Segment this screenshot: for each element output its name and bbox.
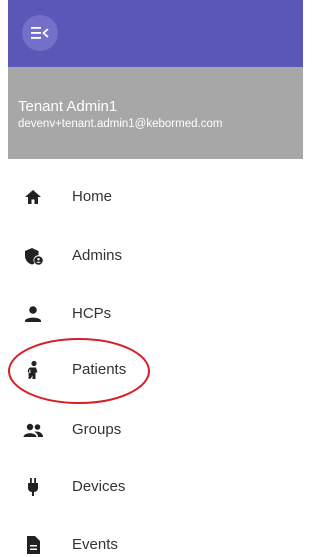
person-icon: [25, 306, 41, 322]
sidebar-item-label: Devices: [72, 478, 126, 495]
sidebar-navigation: Home Admins HCPs Patients Groups Devices…: [0, 0, 307, 557]
sidebar-item-hcps[interactable]: HCPs: [22, 294, 202, 334]
sidebar-item-admins[interactable]: Admins: [22, 236, 202, 276]
sidebar-item-label: Home: [72, 188, 113, 205]
sidebar-item-groups[interactable]: Groups: [22, 410, 202, 450]
document-icon: [27, 536, 40, 554]
sidebar-item-label: HCPs: [72, 305, 112, 322]
side-navigation-screen: Tenant Admin1 devenv+tenant.admin1@kebor…: [0, 0, 307, 557]
home-icon: [25, 190, 41, 204]
admin-shield-icon: [25, 248, 43, 265]
sidebar-item-label: Events: [72, 536, 118, 553]
sidebar-item-label: Patients: [72, 361, 127, 378]
group-icon: [23, 423, 43, 437]
sidebar-item-label: Groups: [72, 421, 122, 438]
sidebar-item-devices[interactable]: Devices: [22, 467, 202, 507]
sidebar-item-events[interactable]: Events: [22, 525, 202, 557]
plug-icon: [28, 478, 38, 496]
patient-icon: [27, 360, 38, 379]
sidebar-item-home[interactable]: Home: [22, 177, 202, 217]
sidebar-item-label: Admins: [72, 247, 123, 264]
sidebar-item-patients[interactable]: Patients: [22, 350, 202, 390]
